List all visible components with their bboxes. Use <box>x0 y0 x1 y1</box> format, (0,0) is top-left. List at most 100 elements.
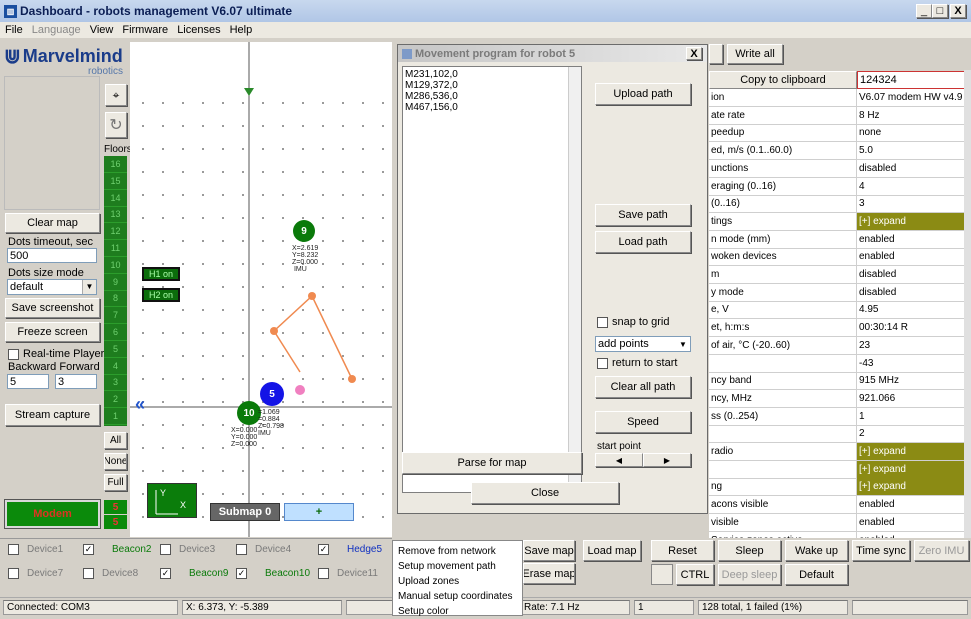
settings-value[interactable]: disabled <box>857 160 971 177</box>
device-toggle[interactable]: Device3 <box>160 544 215 555</box>
settings-value[interactable]: [+] expand <box>857 443 971 460</box>
menu-help[interactable]: Help <box>230 24 253 36</box>
window-close-button[interactable]: X <box>950 4 966 18</box>
settings-value[interactable]: 3 <box>857 195 971 212</box>
submap-label[interactable]: Submap 0 <box>210 503 280 521</box>
device-checkbox[interactable] <box>160 544 171 555</box>
settings-row[interactable]: m disabled <box>709 266 971 284</box>
forward-input[interactable]: 3 <box>55 374 97 389</box>
settings-value[interactable]: 2 <box>857 425 971 442</box>
start-point-prev-button[interactable]: ◀ <box>595 453 643 467</box>
settings-row[interactable]: eraging (0..16) 4 <box>709 177 971 196</box>
dialog-close-icon[interactable]: X <box>686 47 702 60</box>
reset-button[interactable]: Reset <box>651 540 714 561</box>
settings-value[interactable]: enabled <box>857 532 971 539</box>
collapse-panel-button[interactable]: « <box>135 394 145 415</box>
save-map-button[interactable]: Save map <box>523 540 575 561</box>
window-min-button[interactable]: _ <box>916 4 932 18</box>
device-toggle[interactable]: ✓ Hedge5 <box>318 544 382 555</box>
settings-row[interactable]: ion V6.07 modem HW v4.9 <box>709 89 971 107</box>
settings-row[interactable]: y mode disabled <box>709 283 971 302</box>
device-checkbox[interactable]: ✓ <box>236 568 247 579</box>
load-path-button[interactable]: Load path <box>595 231 691 253</box>
floor-item[interactable]: 6 <box>104 324 127 341</box>
freeze-screen-button[interactable]: Freeze screen <box>5 322 100 342</box>
floor-item[interactable]: 16 <box>104 156 127 173</box>
crosshair-tool-button[interactable]: ⌖ <box>105 84 127 106</box>
settings-row[interactable]: (0..16) 3 <box>709 195 971 214</box>
copy-clipboard-button[interactable]: Copy to clipboard <box>709 71 857 89</box>
upload-path-button[interactable]: Upload path <box>595 83 691 105</box>
device-checkbox[interactable]: ✓ <box>83 544 94 555</box>
floor-item[interactable]: 1 <box>104 408 127 425</box>
context-setup-movement-path[interactable]: Setup movement path <box>398 559 517 574</box>
floor-item[interactable]: 15 <box>104 173 127 190</box>
settings-value[interactable]: disabled <box>857 284 971 301</box>
settings-row[interactable]: of air, °C (-20..60) 23 <box>709 336 971 355</box>
wake-up-button[interactable]: Wake up <box>785 540 848 561</box>
realtime-player-toggle[interactable]: Real-time Player <box>8 348 104 360</box>
parse-for-map-button[interactable]: Parse for map <box>402 452 582 474</box>
zero-imu-button[interactable]: Zero IMU <box>914 540 969 561</box>
settings-value[interactable]: enabled <box>857 248 971 265</box>
settings-row[interactable]: ncy, MHz 921.066 <box>709 389 971 408</box>
rotate-tool-button[interactable]: ↻ <box>105 112 127 138</box>
dots-size-select[interactable]: default ▼ <box>7 279 97 295</box>
settings-value[interactable]: 921.066 <box>857 390 971 407</box>
save-screenshot-button[interactable]: Save screenshot <box>5 298 100 318</box>
device-toggle[interactable]: Device4 <box>236 544 291 555</box>
program-textarea[interactable]: M231,102,0 M129,372,0 M286,536,0 M467,15… <box>402 66 582 493</box>
settings-row[interactable]: acons visible enabled <box>709 496 971 515</box>
settings-value[interactable]: 8 Hz <box>857 107 971 124</box>
device-checkbox[interactable] <box>236 544 247 555</box>
settings-row[interactable]: -43 <box>709 354 971 373</box>
settings-row[interactable]: Service zones activeenabled <box>709 531 971 539</box>
floor-item[interactable]: 9 <box>104 274 127 291</box>
device-checkbox[interactable] <box>8 568 19 579</box>
device-checkbox[interactable]: ✓ <box>160 568 171 579</box>
device-checkbox[interactable] <box>83 568 94 579</box>
floors-none-button[interactable]: None <box>104 453 127 470</box>
menu-file[interactable]: File <box>5 24 23 36</box>
return-to-start-checkbox[interactable] <box>597 357 608 369</box>
settings-row[interactable]: et, h:m:s 00:30:14 R <box>709 319 971 338</box>
context-remove-from-network[interactable]: Remove from network <box>398 544 517 559</box>
modem-button[interactable]: Modem <box>4 499 101 529</box>
device-toggle[interactable]: Device1 <box>8 544 63 555</box>
settings-value[interactable]: [+] expand <box>857 478 971 496</box>
deep-sleep-button[interactable]: Deep sleep <box>718 564 781 585</box>
settings-value[interactable]: enabled <box>857 231 971 248</box>
floor-item[interactable]: 12 <box>104 223 127 241</box>
dots-timeout-input[interactable]: 500 <box>7 248 97 263</box>
hedge-5-marker[interactable]: 5 <box>260 382 284 406</box>
floor-item[interactable]: 13 <box>104 206 127 224</box>
settings-value[interactable]: 915 MHz <box>857 372 971 389</box>
settings-value[interactable]: V6.07 modem HW v4.9 <box>857 89 971 106</box>
menu-firmware[interactable]: Firmware <box>122 24 168 36</box>
erase-map-button[interactable]: Erase map <box>523 563 575 584</box>
menu-licenses[interactable]: Licenses <box>177 24 220 36</box>
settings-row[interactable]: ng [+] expand <box>709 478 971 497</box>
window-max-button[interactable]: □ <box>932 4 948 18</box>
settings-row[interactable]: tings [+] expand <box>709 212 971 231</box>
floor-item[interactable]: 5 <box>104 341 127 358</box>
floor-item[interactable]: 3 <box>104 374 127 392</box>
map-canvas[interactable]: 9 X=2.619 Y=8.232 Z=0.000 IMU 5 10 X=0.0… <box>130 42 392 537</box>
settings-value[interactable]: 00:30:14 R <box>857 319 971 336</box>
write-all-button[interactable]: Write all <box>727 44 783 64</box>
floors-full-button[interactable]: Full <box>104 474 127 491</box>
settings-row[interactable]: ed, m/s (0.1..60.0) 5.0 <box>709 142 971 161</box>
settings-row[interactable]: 2 <box>709 425 971 444</box>
header-value-field[interactable]: 124324 <box>857 71 966 89</box>
default-button[interactable]: Default <box>785 564 848 585</box>
context-manual-setup-coordinates[interactable]: Manual setup coordinates <box>398 589 517 604</box>
textarea-scrollbar[interactable] <box>568 67 581 492</box>
floor-item[interactable]: 2 <box>104 391 127 409</box>
settings-row[interactable]: ss (0..254) 1 <box>709 407 971 426</box>
settings-row[interactable]: unctions disabled <box>709 159 971 178</box>
beacon-9-marker[interactable]: 9 <box>293 220 315 242</box>
settings-row[interactable]: ncy band 915 MHz <box>709 372 971 391</box>
device-toggle[interactable]: Device7 <box>8 568 63 579</box>
snap-to-grid-option[interactable]: snap to grid <box>597 316 669 328</box>
settings-row[interactable]: radio [+] expand <box>709 443 971 461</box>
